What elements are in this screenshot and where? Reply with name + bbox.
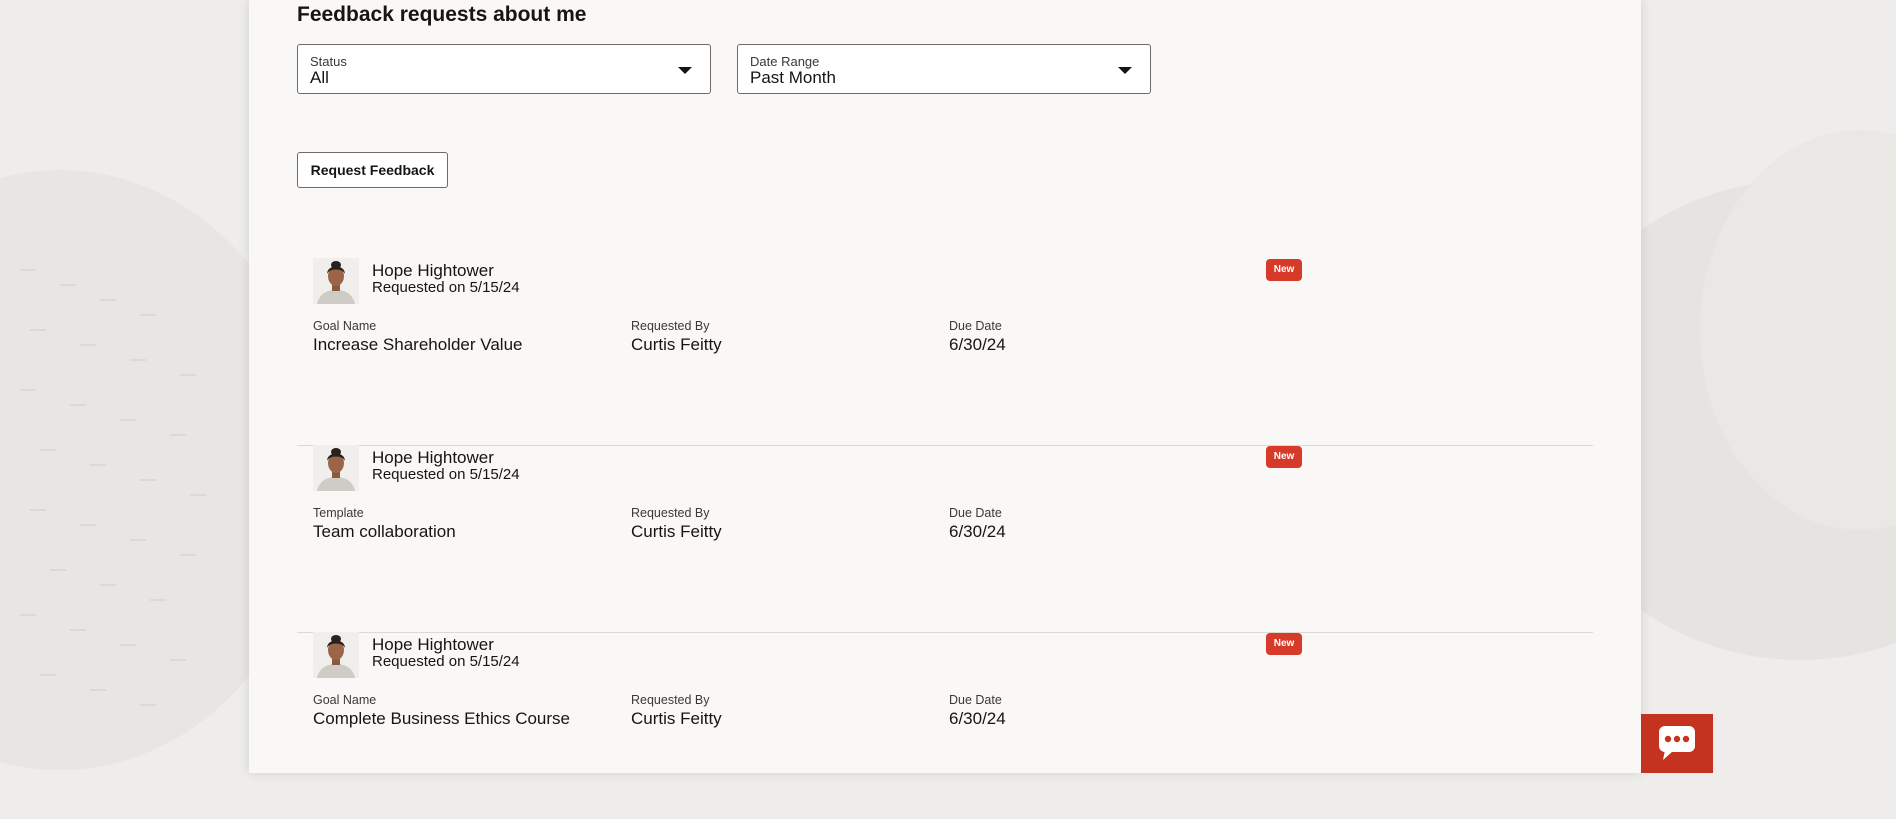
due-date-value: 6/30/24 — [949, 335, 1006, 354]
requested-by-label: Requested By — [631, 506, 710, 520]
requested-on-date: Requested on 5/15/24 — [372, 279, 520, 296]
requested-by-field: Requested By Curtis Feitty — [631, 506, 722, 542]
feedback-panel: Feedback requests about me Status All Da… — [249, 0, 1641, 773]
status-badge: New — [1266, 633, 1302, 655]
avatar — [313, 632, 359, 678]
chat-icon — [1659, 726, 1695, 760]
status-filter-value: All — [310, 68, 329, 87]
date-range-filter-value: Past Month — [750, 68, 836, 87]
template-value: Team collaboration — [313, 522, 456, 541]
due-date-label: Due Date — [949, 693, 1002, 707]
status-badge: New — [1266, 259, 1302, 281]
requested-by-label: Requested By — [631, 319, 710, 333]
feedback-request-card[interactable]: Hope Hightower Requested on 5/15/24 New … — [297, 632, 1593, 819]
requested-by-value: Curtis Feitty — [631, 709, 722, 728]
avatar — [313, 258, 359, 304]
chevron-down-icon — [1118, 67, 1132, 74]
template-label: Template — [313, 506, 364, 520]
goal-field: Goal Name Increase Shareholder Value — [313, 319, 523, 355]
status-filter-select[interactable]: Status All — [297, 44, 711, 94]
requested-on-date: Requested on 5/15/24 — [372, 466, 520, 483]
goal-value: Increase Shareholder Value — [313, 335, 523, 354]
requested-on-date: Requested on 5/15/24 — [372, 653, 520, 670]
page-title: Feedback requests about me — [297, 3, 587, 26]
requested-by-value: Curtis Feitty — [631, 522, 722, 541]
goal-label: Goal Name — [313, 319, 377, 333]
due-date-field: Due Date 6/30/24 — [949, 319, 1006, 355]
goal-label: Goal Name — [313, 693, 377, 707]
goal-field: Goal Name Complete Business Ethics Cours… — [313, 693, 570, 729]
requester-name: Hope Hightower — [372, 448, 494, 467]
template-field: Template Team collaboration — [313, 506, 456, 542]
feedback-request-card[interactable]: Hope Hightower Requested on 5/15/24 New … — [297, 445, 1593, 633]
requested-by-value: Curtis Feitty — [631, 335, 722, 354]
due-date-label: Due Date — [949, 319, 1002, 333]
requester-name: Hope Hightower — [372, 261, 494, 280]
requested-by-label: Requested By — [631, 693, 710, 707]
date-range-filter-label: Date Range — [750, 54, 820, 69]
due-date-field: Due Date 6/30/24 — [949, 693, 1006, 729]
status-filter-label: Status — [310, 54, 347, 69]
chat-button[interactable] — [1641, 714, 1713, 773]
goal-value: Complete Business Ethics Course — [313, 709, 571, 728]
chevron-down-icon — [678, 67, 692, 74]
requester-name: Hope Hightower — [372, 635, 494, 654]
request-feedback-button[interactable]: Request Feedback — [297, 152, 448, 188]
due-date-label: Due Date — [949, 506, 1002, 520]
due-date-value: 6/30/24 — [949, 522, 1006, 541]
due-date-value: 6/30/24 — [949, 709, 1006, 728]
feedback-request-card[interactable]: Hope Hightower Requested on 5/15/24 New … — [297, 258, 1593, 446]
date-range-filter-select[interactable]: Date Range Past Month — [737, 44, 1151, 94]
requested-by-field: Requested By Curtis Feitty — [631, 693, 722, 729]
status-badge: New — [1266, 446, 1302, 468]
avatar — [313, 445, 359, 491]
due-date-field: Due Date 6/30/24 — [949, 506, 1006, 542]
requested-by-field: Requested By Curtis Feitty — [631, 319, 722, 355]
